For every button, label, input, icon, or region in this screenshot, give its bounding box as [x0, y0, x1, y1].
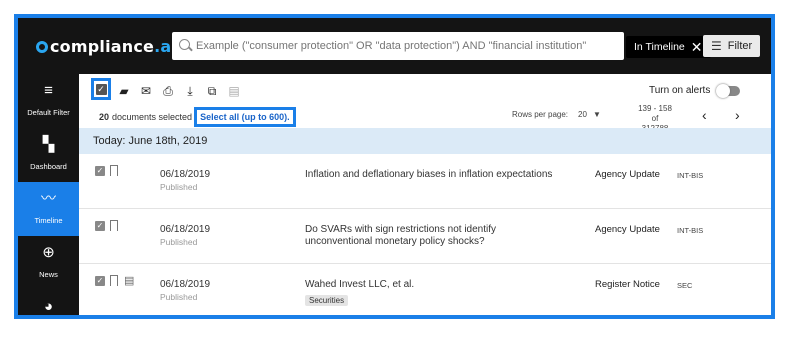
- sidebar-item-timeline[interactable]: 〰 Timeline: [18, 182, 79, 236]
- document-text-icon: ▤: [124, 275, 135, 287]
- sidebar-item-label: Default Filter: [27, 108, 70, 117]
- toggle-knob: [716, 83, 731, 98]
- row-title[interactable]: Do SVARs with sign restrictions not iden…: [305, 224, 565, 248]
- open-external-icon[interactable]: ⧉: [203, 82, 221, 100]
- filter-button[interactable]: ☰ Filter: [703, 35, 761, 57]
- main-content: ✓ ▰ ✉ ⎙ ⤓ ⧉ ▤ 20 documents selected Sele…: [79, 74, 771, 315]
- in-timeline-chip[interactable]: In Timeline ✕: [626, 36, 711, 58]
- logo[interactable]: compliance .ai: [36, 37, 177, 56]
- sidebar-item-insights[interactable]: ◕: [18, 290, 79, 315]
- close-icon[interactable]: ✕: [691, 39, 703, 56]
- row-checkbox[interactable]: ✓: [95, 221, 105, 231]
- download-icon[interactable]: ⤓: [181, 82, 199, 100]
- pie-chart-icon: ◕: [43, 298, 54, 315]
- table-row[interactable]: ✓ 06/18/2019 Published Do SVARs with sig…: [79, 209, 771, 264]
- chip-label: In Timeline: [634, 41, 685, 53]
- timeline-icon: 〰: [40, 190, 56, 207]
- row-status: Published: [160, 237, 198, 247]
- alerts-toggle[interactable]: [716, 83, 741, 98]
- row-checkbox[interactable]: ✓: [95, 276, 105, 286]
- annotations-icon[interactable]: ▤: [225, 82, 243, 100]
- row-status: Published: [160, 292, 198, 302]
- row-doc-type: Register Notice: [595, 279, 660, 290]
- bookmark-icon[interactable]: [110, 165, 118, 176]
- selection-info: 20 documents selected Select all (up to …: [99, 107, 296, 127]
- row-doc-type: Agency Update: [595, 169, 660, 180]
- next-page-icon[interactable]: ›: [735, 107, 740, 123]
- prev-page-icon[interactable]: ‹: [702, 107, 707, 123]
- table-row[interactable]: ✓ 06/18/2019 Published Inflation and def…: [79, 154, 771, 209]
- row-checkbox[interactable]: ✓: [95, 166, 105, 176]
- row-title[interactable]: Inflation and deflationary biases in inf…: [305, 169, 565, 181]
- sidebar-item-label: News: [39, 270, 58, 279]
- row-agency: INT-BIS: [677, 226, 704, 235]
- selected-text: documents selected: [112, 112, 193, 122]
- row-date: 06/18/2019: [160, 224, 211, 235]
- sidebar-item-default-filter[interactable]: ≡ Default Filter: [18, 74, 79, 128]
- chevron-down-icon[interactable]: ▼: [593, 110, 601, 119]
- logo-text: compliance: [50, 37, 155, 56]
- app-frame: compliance.ai In Timeline ✕ ☰ Filter ≡ D…: [14, 14, 775, 319]
- search-icon: [176, 32, 196, 60]
- rows-per-page-select[interactable]: 20: [578, 110, 587, 119]
- print-icon[interactable]: ⎙: [159, 82, 177, 100]
- rows-per-page-label: Rows per page:: [512, 110, 569, 119]
- sidebar-item-news[interactable]: ⊕ News: [18, 236, 79, 290]
- hamburger-filter-icon: ≡: [44, 82, 53, 99]
- globe-icon: ⊕: [42, 244, 55, 261]
- top-header: compliance.ai In Timeline ✕ ☰ Filter: [18, 18, 771, 74]
- row-date: 06/18/2019: [160, 169, 211, 180]
- row-date: 06/18/2019: [160, 279, 211, 290]
- row-agency: SEC: [677, 281, 693, 290]
- row-doc-type: Agency Update: [595, 224, 660, 235]
- row-agency: INT-BIS: [677, 171, 704, 180]
- selected-count: 20: [99, 112, 110, 122]
- filter-label: Filter: [727, 40, 753, 52]
- rows-per-page: Rows per page: 20 ▼: [512, 110, 601, 119]
- sidebar-item-label: Timeline: [34, 216, 63, 225]
- bookmark-icon[interactable]: [110, 275, 118, 286]
- sidebar-item-dashboard[interactable]: ▚ Dashboard: [18, 128, 79, 182]
- alerts-label: Turn on alerts: [649, 85, 711, 96]
- search-bar[interactable]: [172, 32, 624, 60]
- sliders-icon: ☰: [711, 39, 722, 53]
- bookmark-icon[interactable]: [110, 220, 118, 231]
- row-tag[interactable]: Securities: [305, 295, 349, 306]
- email-icon[interactable]: ✉: [137, 82, 155, 100]
- sidebar: ≡ Default Filter ▚ Dashboard 〰 Timeline …: [18, 74, 79, 315]
- logo-ring-icon: [36, 40, 48, 53]
- select-all-checkbox[interactable]: ✓: [91, 78, 111, 100]
- search-input[interactable]: [196, 40, 616, 52]
- add-to-folder-icon[interactable]: ▰: [115, 82, 133, 100]
- alerts-toggle-group: Turn on alerts: [649, 83, 741, 98]
- table-row[interactable]: ✓ ▤ 06/18/2019 Published Wahed Invest LL…: [79, 264, 771, 315]
- dashboard-icon: ▚: [42, 136, 55, 153]
- row-status: Published: [160, 182, 198, 192]
- row-title[interactable]: Wahed Invest LLC, et al.: [305, 279, 565, 291]
- date-header: Today: June 18th, 2019: [79, 128, 771, 154]
- select-all-link[interactable]: Select all (up to 600).: [194, 107, 296, 127]
- checkbox-checked-icon: ✓: [95, 84, 107, 95]
- page-range-top: 139 - 158 of: [638, 104, 672, 123]
- sidebar-item-label: Dashboard: [30, 162, 67, 171]
